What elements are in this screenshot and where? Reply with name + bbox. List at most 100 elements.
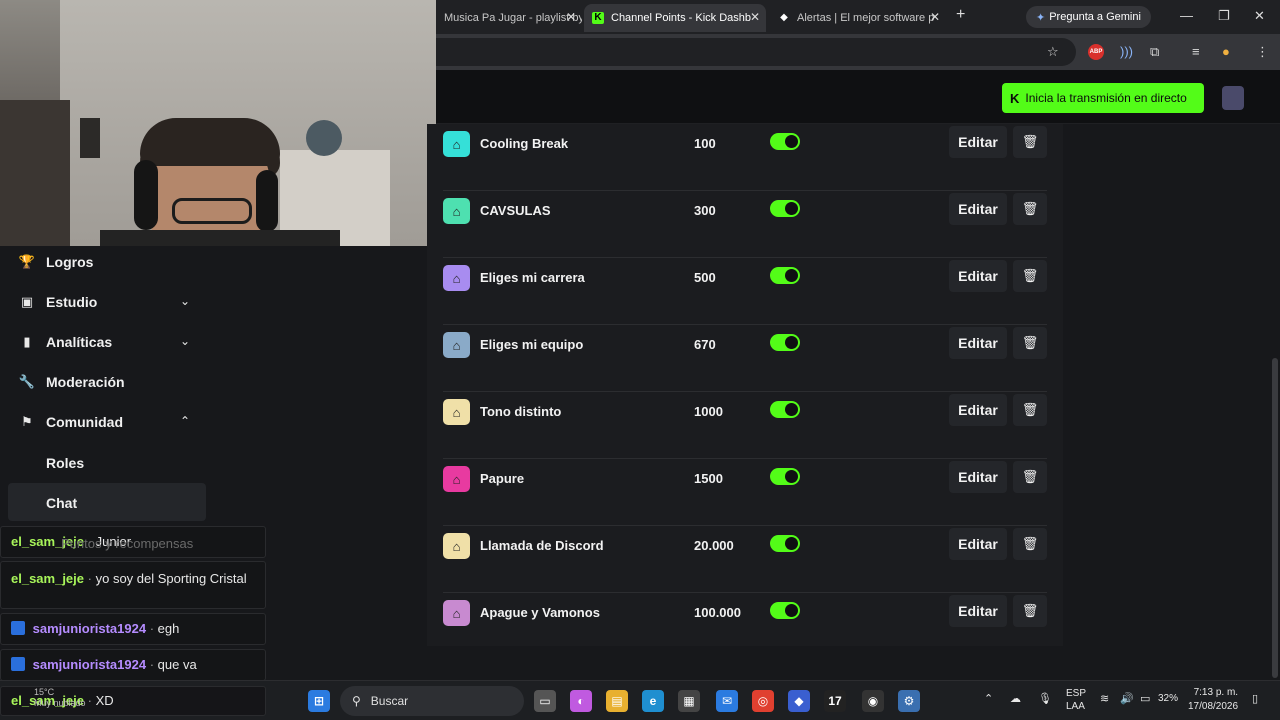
windows-start-icon[interactable]: ⊞ (308, 690, 330, 712)
notification-icon[interactable]: ▯ (1252, 692, 1258, 705)
address-bar[interactable] (436, 38, 1076, 66)
webcam-hair-top (140, 118, 280, 166)
battery-percent: 32% (1158, 693, 1179, 704)
gemini-button[interactable]: ✦ Pregunta a Gemini (1026, 6, 1151, 28)
reward-enabled-toggle[interactable] (770, 401, 800, 418)
sidebar-item-moderacion[interactable]: 🔧 Moderación (18, 370, 125, 394)
media-icon[interactable]: ≡ (1192, 44, 1200, 59)
edit-button[interactable]: Editar (949, 595, 1007, 627)
app-17-icon[interactable]: 17 (824, 690, 846, 712)
chrome-icon[interactable]: ◎ (752, 690, 774, 712)
trash-icon[interactable]: 🗑 (1013, 528, 1047, 560)
clock-time: 7:13 p. m. (1193, 687, 1239, 698)
copilot-icon[interactable]: ◐ (570, 690, 592, 712)
bookmark-star-icon[interactable]: ☆ (1047, 44, 1059, 60)
sidebar-item-label: Comunidad (46, 414, 123, 430)
extension-wave-icon[interactable]: ))) (1120, 44, 1133, 59)
sidebar-item-chat[interactable]: Chat (46, 495, 77, 511)
weather-widget[interactable]: 15°C Muy nublado (34, 687, 86, 709)
language-indicator[interactable]: ESP LAA (1066, 687, 1086, 713)
trash-icon[interactable]: 🗑 (1013, 595, 1047, 627)
go-live-button[interactable]: K Inicia la transmisión en directo (1002, 83, 1204, 113)
close-icon[interactable]: ✕ (750, 10, 760, 24)
chat-separator: · (87, 571, 92, 586)
reward-name: Apague y Vamonos (480, 605, 600, 620)
wifi-icon[interactable]: ≋ (1100, 692, 1109, 705)
avatar[interactable] (1222, 86, 1244, 110)
reward-enabled-toggle[interactable] (770, 133, 800, 150)
sidebar-item-roles[interactable]: Roles (46, 455, 84, 471)
edit-button[interactable]: Editar (949, 528, 1007, 560)
tab-music[interactable]: Musica Pa Jugar - playlist by ✕ (436, 4, 582, 32)
onedrive-icon[interactable]: ☁ (1010, 692, 1021, 705)
microphone-icon[interactable]: 🎙 (1038, 692, 1052, 705)
chat-username[interactable]: samjuniorista1924 (33, 621, 146, 636)
reward-enabled-toggle[interactable] (770, 267, 800, 284)
chevron-down-icon[interactable]: ⌄ (180, 334, 190, 348)
trash-icon[interactable]: 🗑 (1013, 394, 1047, 426)
reward-enabled-toggle[interactable] (770, 334, 800, 351)
close-window-icon[interactable]: ✕ (1254, 8, 1265, 24)
app-diamond-icon[interactable]: ◆ (788, 690, 810, 712)
reward-icon: ⌂ (443, 332, 470, 358)
chevron-up-icon[interactable]: ⌃ (180, 414, 190, 428)
reward-enabled-toggle[interactable] (770, 468, 800, 485)
profile-icon[interactable]: ● (1222, 44, 1230, 59)
store-icon[interactable]: ▦ (678, 690, 700, 712)
sidebar-item-comunidad[interactable]: ⚑ Comunidad (18, 410, 123, 434)
subscriber-badge-icon (11, 621, 25, 635)
reward-enabled-toggle[interactable] (770, 200, 800, 217)
edit-button[interactable]: Editar (949, 327, 1007, 359)
edit-button[interactable]: Editar (949, 193, 1007, 225)
webcam-overlay (0, 0, 436, 246)
trash-icon[interactable]: 🗑 (1013, 260, 1047, 292)
trash-icon[interactable]: 🗑 (1013, 461, 1047, 493)
edit-button[interactable]: Editar (949, 126, 1007, 158)
gemini-icon: ✦ (1036, 11, 1046, 24)
reward-enabled-toggle[interactable] (770, 602, 800, 619)
file-explorer-icon[interactable]: ▤ (606, 690, 628, 712)
chat-username[interactable]: el_sam_jeje (11, 571, 84, 586)
volume-icon[interactable]: 🔊 (1120, 692, 1134, 705)
new-tab-icon[interactable]: + (956, 6, 965, 24)
sidebar-item-logros[interactable]: 🏆 Logros (18, 250, 94, 274)
reward-icon: ⌂ (443, 131, 470, 157)
reward-row: ⌂ Cooling Break 100 Editar 🗑 (443, 124, 1047, 191)
tray-chevron-up-icon[interactable]: ⌃ (984, 692, 993, 705)
edge-icon[interactable]: e (642, 690, 664, 712)
outlook-icon[interactable]: ✉ (716, 690, 738, 712)
trash-icon[interactable]: 🗑 (1013, 193, 1047, 225)
extensions-icon[interactable]: ⧉ (1150, 44, 1159, 60)
taskbar-search[interactable]: ⚲ Buscar (340, 686, 524, 716)
reward-cost: 100.000 (694, 605, 741, 620)
edit-button[interactable]: Editar (949, 461, 1007, 493)
tab-channel-points[interactable]: K Channel Points - Kick Dashb ✕ (584, 4, 766, 32)
sidebar-item-label: Logros (46, 254, 94, 270)
settings-gear-icon[interactable]: ⚙ (898, 690, 920, 712)
trash-icon[interactable]: 🗑 (1013, 126, 1047, 158)
chat-username[interactable]: samjuniorista1924 (33, 657, 146, 672)
search-placeholder: Buscar (370, 694, 409, 708)
obs-icon[interactable]: ◉ (862, 690, 884, 712)
adblock-icon[interactable]: ABP (1088, 44, 1104, 60)
minimize-icon[interactable]: — (1180, 8, 1193, 23)
sidebar-item-estudio[interactable]: ▣ Estudio (18, 290, 98, 314)
sidebar-item-analiticas[interactable]: ▮ Analíticas (18, 330, 112, 354)
chevron-down-icon[interactable]: ⌄ (180, 294, 190, 308)
close-icon[interactable]: ✕ (930, 10, 940, 24)
chat-separator: · (149, 621, 155, 636)
battery-icon[interactable]: ▭ (1140, 692, 1150, 705)
menu-icon[interactable]: ⋮ (1256, 44, 1269, 60)
trash-icon[interactable]: 🗑 (1013, 327, 1047, 359)
system-clock[interactable]: 7:13 p. m. 17/08/2026 (1188, 686, 1238, 714)
tab-alertas[interactable]: ◆ Alertas | El mejor software p ✕ (770, 4, 946, 32)
close-icon[interactable]: ✕ (566, 10, 576, 24)
page-scrollbar[interactable] (1272, 358, 1278, 678)
reward-enabled-toggle[interactable] (770, 535, 800, 552)
task-view-icon[interactable]: ▭ (534, 690, 556, 712)
sidebar-item-chat-active-bg[interactable] (8, 483, 206, 521)
toggle-knob (785, 135, 798, 148)
edit-button[interactable]: Editar (949, 260, 1007, 292)
edit-button[interactable]: Editar (949, 394, 1007, 426)
maximize-icon[interactable]: ❐ (1218, 8, 1230, 24)
